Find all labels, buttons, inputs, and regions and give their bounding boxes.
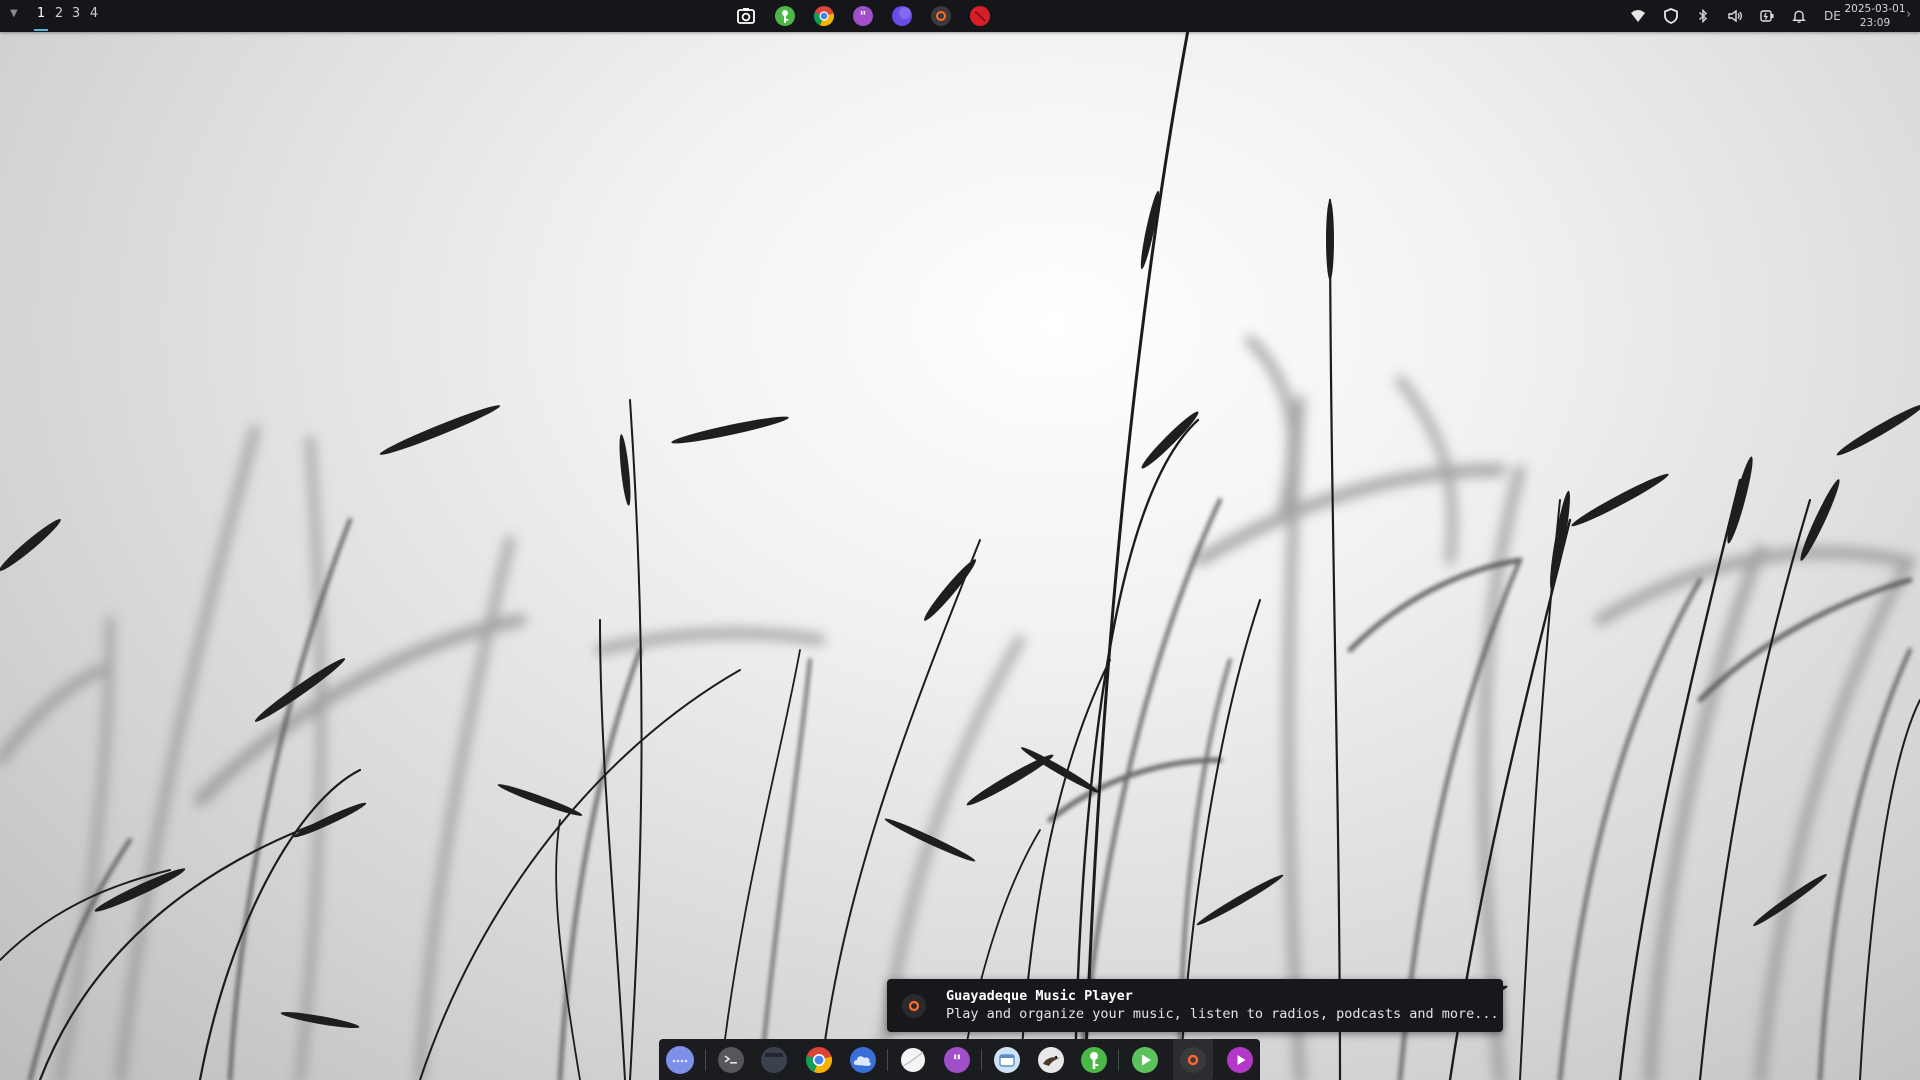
shield-icon[interactable] xyxy=(1663,8,1679,24)
guayadeque-icon[interactable] xyxy=(1173,1039,1213,1080)
clock[interactable]: 2025-03-01 23:09 xyxy=(1843,2,1907,30)
guayadeque-icon[interactable] xyxy=(930,5,952,27)
clock-time: 23:09 xyxy=(1859,17,1891,29)
volume-icon[interactable] xyxy=(1727,8,1743,24)
clock-date: 2025-03-01 xyxy=(1844,3,1906,15)
desktop-wallpaper xyxy=(0,28,1920,1080)
chrome-icon[interactable] xyxy=(805,1046,833,1074)
dock-separator xyxy=(1118,1049,1119,1071)
white-circle-icon[interactable] xyxy=(899,1046,927,1074)
camera-icon[interactable] xyxy=(735,5,757,27)
workspace-2[interactable]: 2 xyxy=(51,6,67,30)
bird-icon[interactable] xyxy=(1037,1046,1065,1074)
play-icon[interactable] xyxy=(1131,1046,1159,1074)
top-panel: ▼ 1 2 3 4 " DE 2025-03-01 23:09 › xyxy=(0,0,1920,32)
dock: " xyxy=(659,1039,1260,1080)
workspace-3[interactable]: 3 xyxy=(68,6,84,30)
keepassxc-icon[interactable] xyxy=(774,5,796,27)
notification-body: Play and organize your music, listen to … xyxy=(946,1006,1499,1022)
cloud-icon[interactable] xyxy=(849,1046,877,1074)
media-play-icon[interactable] xyxy=(1226,1046,1254,1074)
dock-separator xyxy=(705,1049,706,1071)
notes-icon[interactable] xyxy=(993,1046,1021,1074)
chevron-right-icon[interactable]: › xyxy=(1906,7,1911,22)
workspace-1[interactable]: 1 xyxy=(33,6,49,31)
terminal-icon[interactable] xyxy=(717,1046,745,1074)
notification-popup[interactable]: Guayadeque Music Player Play and organiz… xyxy=(887,979,1503,1032)
svg-text:": " xyxy=(953,1052,962,1072)
quote-icon[interactable]: " xyxy=(852,5,874,27)
dock-separator xyxy=(887,1049,888,1071)
moon-icon[interactable] xyxy=(891,5,913,27)
bell-icon[interactable] xyxy=(1791,8,1807,24)
notification-title: Guayadeque Music Player xyxy=(946,988,1133,1004)
dots-icon[interactable] xyxy=(666,1046,694,1074)
keyboard-layout-indicator[interactable]: DE xyxy=(1824,9,1841,23)
guayadeque-icon xyxy=(901,993,927,1019)
window-icon[interactable] xyxy=(760,1046,788,1074)
quote-icon[interactable]: " xyxy=(943,1046,971,1074)
svg-text:": " xyxy=(860,10,867,25)
battery-icon[interactable] xyxy=(1759,8,1775,24)
wifi-icon[interactable] xyxy=(1630,8,1646,24)
dock-separator xyxy=(981,1049,982,1071)
chrome-icon[interactable] xyxy=(813,5,835,27)
workspace-menu-arrow[interactable]: ▼ xyxy=(10,8,18,19)
bluetooth-icon[interactable] xyxy=(1695,8,1711,24)
keepassxc-icon[interactable] xyxy=(1080,1046,1108,1074)
red-circle-icon[interactable] xyxy=(969,5,991,27)
workspace-4[interactable]: 4 xyxy=(86,6,102,30)
